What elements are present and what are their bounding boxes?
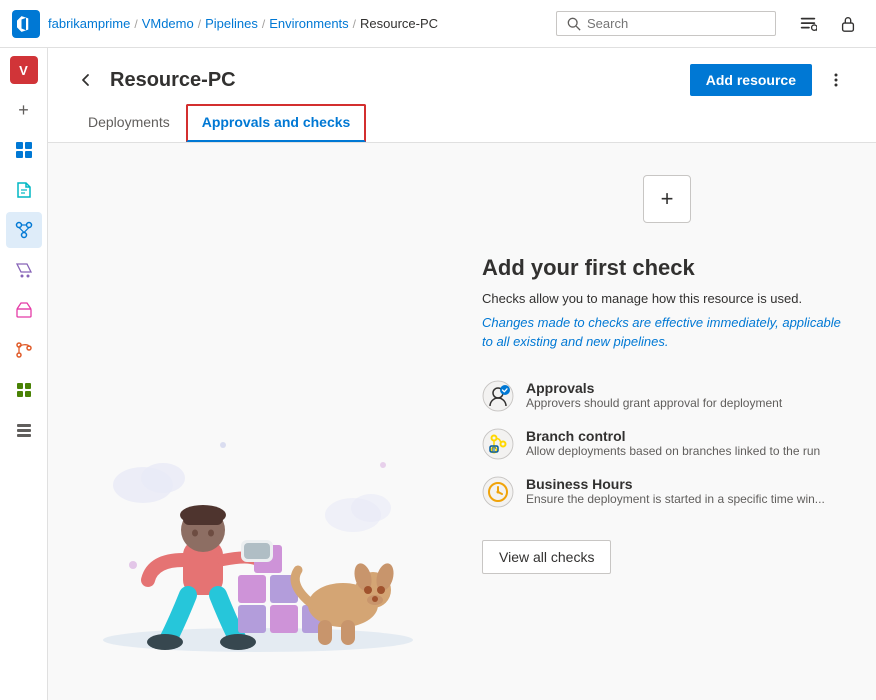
search-icon xyxy=(567,17,581,31)
extensions-icon xyxy=(14,380,34,400)
tabs: Deployments Approvals and checks xyxy=(72,104,852,142)
sidebar-item-add[interactable]: + xyxy=(6,92,42,128)
content-header: Resource-PC Add resource Deployments App xyxy=(48,48,876,143)
breadcrumb-environments[interactable]: Environments xyxy=(269,16,348,31)
breadcrumb-resource-pc: Resource-PC xyxy=(360,16,438,31)
title-left: Resource-PC xyxy=(72,66,236,94)
breadcrumb-sep-2: / xyxy=(198,17,201,31)
illustration-area xyxy=(48,143,458,685)
approvals-check-icon xyxy=(482,380,514,412)
sidebar-item-artifacts[interactable] xyxy=(6,292,42,328)
back-button[interactable] xyxy=(72,66,100,94)
settings-icon xyxy=(14,420,34,440)
sidebar-item-extensions[interactable] xyxy=(6,372,42,408)
title-row: Resource-PC Add resource xyxy=(72,48,852,104)
sidebar-item-git[interactable] xyxy=(6,332,42,368)
desc2-prefix: Changes made to checks are effective xyxy=(482,315,707,330)
more-options-button[interactable] xyxy=(820,64,852,96)
business-hours-check-name: Business Hours xyxy=(526,476,825,492)
breadcrumb-fabrikamprime[interactable]: fabrikamprime xyxy=(48,16,130,31)
add-resource-button[interactable]: Add resource xyxy=(690,64,812,96)
search-box[interactable] xyxy=(556,11,776,36)
sidebar: V + xyxy=(0,48,48,700)
tab-approvals-and-checks[interactable]: Approvals and checks xyxy=(186,104,367,142)
git-icon xyxy=(14,340,34,360)
plus-icon: + xyxy=(18,100,29,121)
more-dots-icon xyxy=(828,72,844,88)
desc2-highlight: immediately xyxy=(707,315,775,330)
back-arrow-icon xyxy=(78,72,94,88)
first-check-title: Add your first check xyxy=(482,255,852,281)
approvals-check-desc: Approvers should grant approval for depl… xyxy=(526,396,782,410)
breadcrumb-sep-1: / xyxy=(134,17,137,31)
first-check-desc-2: Changes made to checks are effective imm… xyxy=(482,313,852,352)
breadcrumb-vmdemo[interactable]: VMdemo xyxy=(142,16,194,31)
first-check-heading: Add your first check Checks allow you to… xyxy=(482,255,852,356)
sidebar-item-repos[interactable] xyxy=(6,172,42,208)
approvals-check-info: Approvals Approvers should grant approva… xyxy=(526,380,782,410)
list-item: Approvals Approvers should grant approva… xyxy=(482,380,852,412)
branch-control-check-icon xyxy=(482,428,514,460)
first-check-desc-1: Checks allow you to manage how this reso… xyxy=(482,289,852,309)
business-hours-check-info: Business Hours Ensure the deployment is … xyxy=(526,476,825,506)
nav-action-icons xyxy=(792,8,864,40)
search-input[interactable] xyxy=(587,16,765,31)
add-check-button[interactable]: + xyxy=(643,175,691,223)
business-hours-check-desc: Ensure the deployment is started in a sp… xyxy=(526,492,825,506)
page-title: Resource-PC xyxy=(110,69,236,92)
sidebar-item-settings[interactable] xyxy=(6,412,42,448)
azure-devops-logo[interactable] xyxy=(12,10,40,38)
repos-icon xyxy=(14,180,34,200)
breadcrumb-sep-4: / xyxy=(353,17,356,31)
content-body: + Add your first check Checks allow you … xyxy=(48,143,876,685)
main-layout: V + xyxy=(0,48,876,700)
list-item: Branch control Allow deployments based o… xyxy=(482,428,852,460)
main-content: Resource-PC Add resource Deployments App xyxy=(48,48,876,700)
approvals-check-name: Approvals xyxy=(526,380,782,396)
sidebar-item-pipelines[interactable] xyxy=(6,212,42,248)
lock-icon[interactable] xyxy=(832,8,864,40)
check-list: Approvals Approvers should grant approva… xyxy=(482,380,852,508)
list-item: Business Hours Ensure the deployment is … xyxy=(482,476,852,508)
breadcrumb: fabrikamprime / VMdemo / Pipelines / Env… xyxy=(48,16,438,31)
branch-control-check-desc: Allow deployments based on branches link… xyxy=(526,444,820,458)
breadcrumb-sep-3: / xyxy=(262,17,265,31)
right-panel: + Add your first check Checks allow you … xyxy=(458,143,876,685)
artifacts-icon xyxy=(14,300,34,320)
title-actions: Add resource xyxy=(690,64,852,96)
view-all-checks-button[interactable]: View all checks xyxy=(482,540,611,574)
breadcrumb-pipelines[interactable]: Pipelines xyxy=(205,16,258,31)
boards-icon xyxy=(14,140,34,160)
avatar[interactable]: V xyxy=(10,56,38,84)
illustration xyxy=(73,385,433,665)
branch-control-check-info: Branch control Allow deployments based o… xyxy=(526,428,820,458)
business-hours-check-icon xyxy=(482,476,514,508)
plus-button-row: + xyxy=(482,175,852,223)
branch-control-check-name: Branch control xyxy=(526,428,820,444)
tab-deployments[interactable]: Deployments xyxy=(72,104,186,142)
top-navigation: fabrikamprime / VMdemo / Pipelines / Env… xyxy=(0,0,876,48)
list-icon[interactable] xyxy=(792,8,824,40)
testplans-icon xyxy=(14,260,34,280)
pipelines-icon xyxy=(14,220,34,240)
sidebar-item-testplans[interactable] xyxy=(6,252,42,288)
sidebar-item-boards[interactable] xyxy=(6,132,42,168)
